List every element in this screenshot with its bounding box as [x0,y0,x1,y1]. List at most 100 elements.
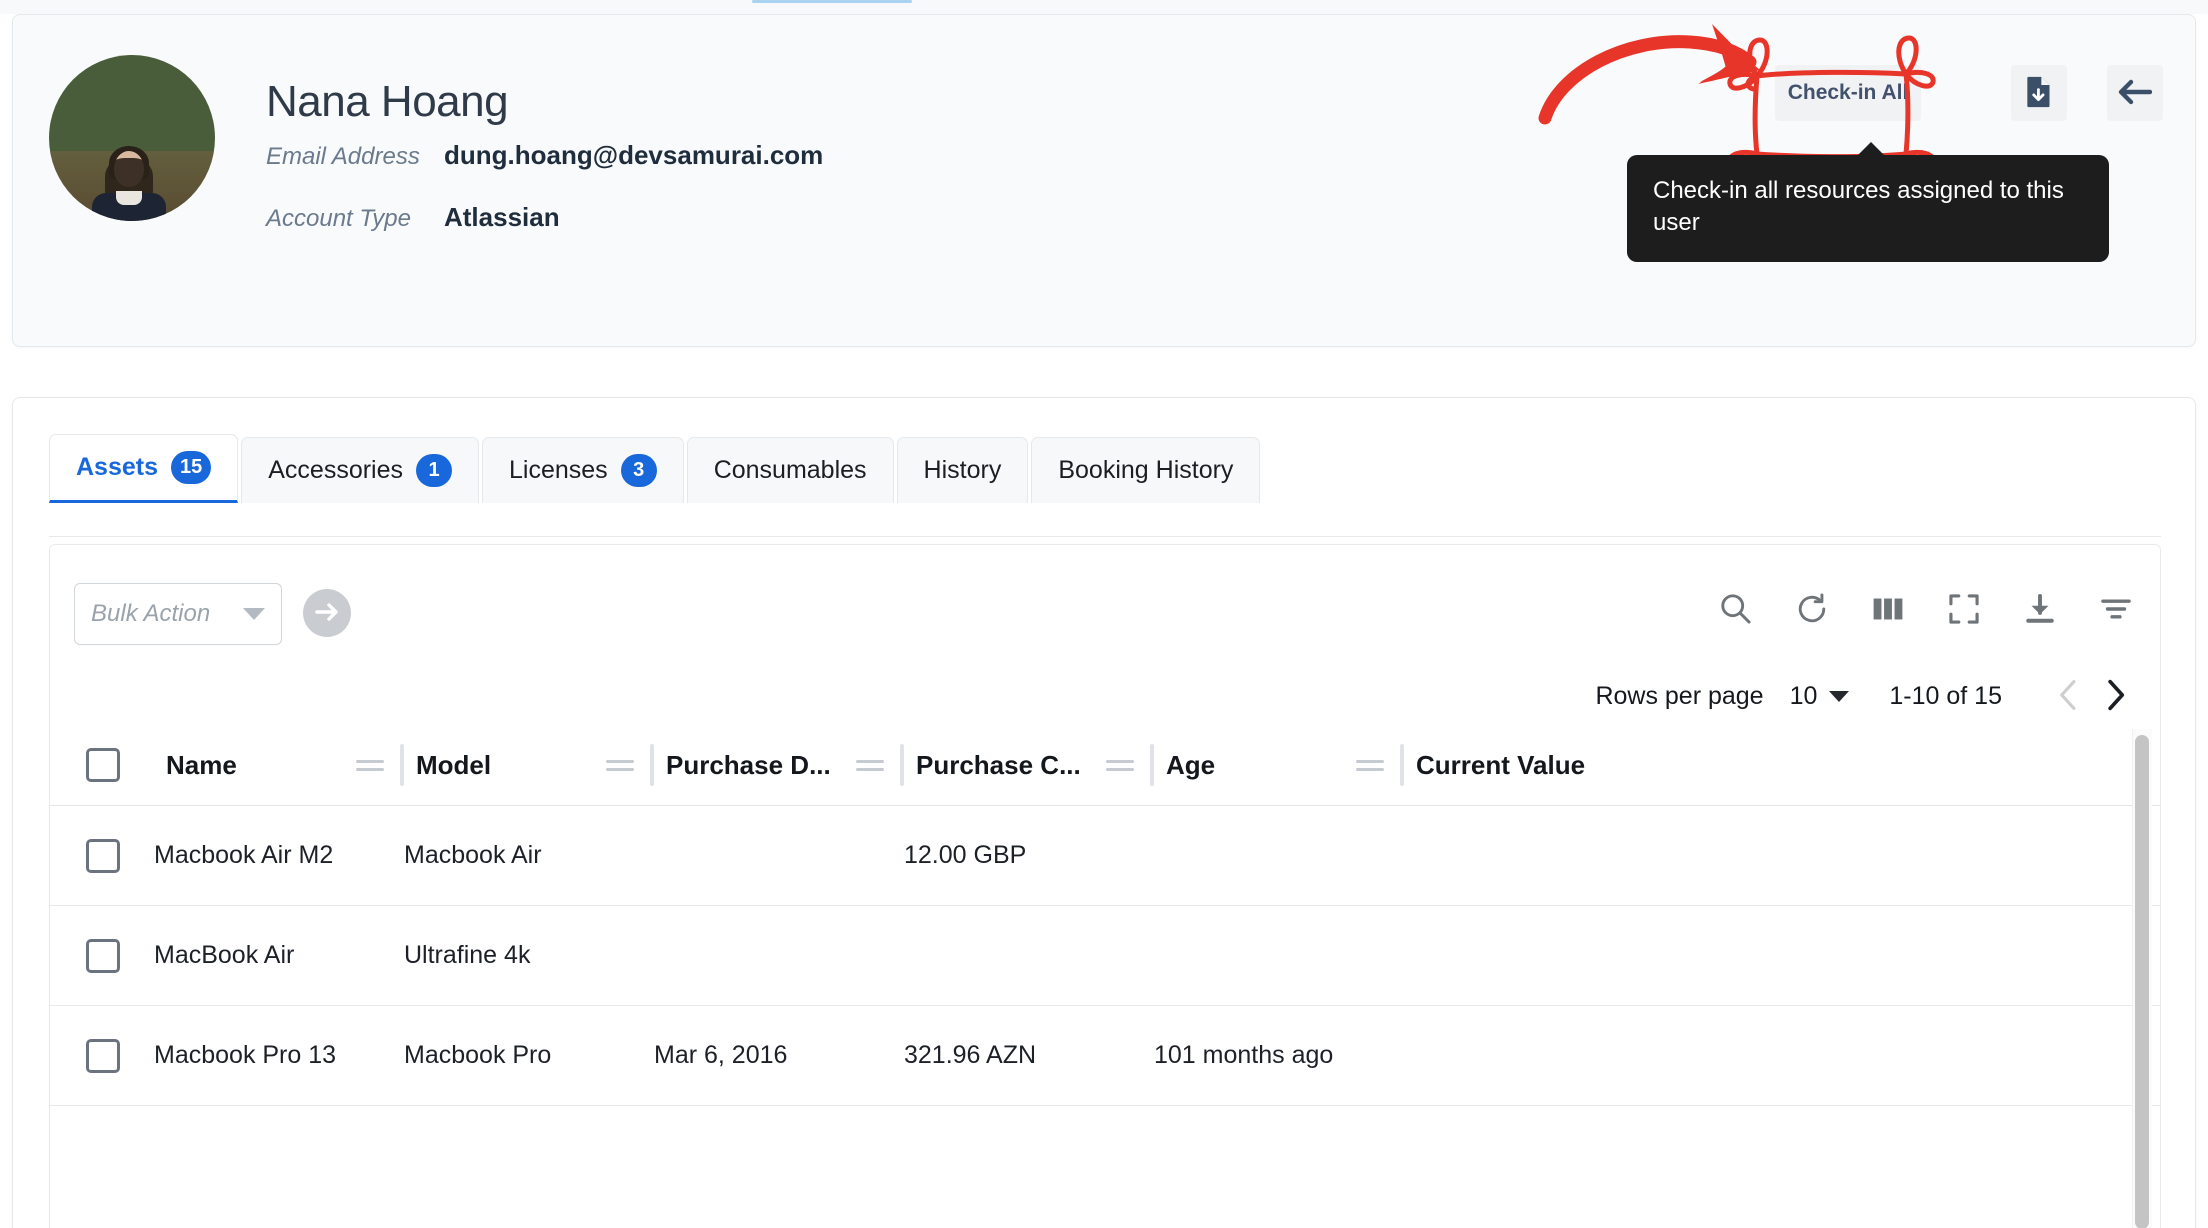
cell-purchase-cost: 321.96 AZN [904,1006,1154,1106]
assets-table-panel: Bulk Action [49,544,2161,1228]
tab-consumables-label: Consumables [714,456,867,485]
chevron-down-icon[interactable] [1829,691,1849,702]
column-drag-handle-icon[interactable] [1356,757,1384,773]
tab-assets-label: Assets [76,453,158,482]
tab-accessories[interactable]: Accessories 1 [241,437,479,503]
tab-licenses[interactable]: Licenses 3 [482,437,684,503]
cell-purchase-cost: 12.00 GBP [904,806,1154,906]
tab-booking-history-label: Booking History [1058,456,1233,485]
bulk-action-select[interactable]: Bulk Action [74,583,282,645]
cell-current-value [1404,906,2161,1006]
export-file-button[interactable] [2011,65,2067,121]
search-icon[interactable] [1716,589,1756,629]
refresh-icon[interactable] [1792,589,1832,629]
bulk-action-submit-button[interactable] [303,589,351,637]
cell-purchase-date: Mar 6, 2016 [654,1006,904,1106]
rows-per-page-label: Rows per page [1595,682,1763,711]
tab-accessories-badge: 1 [416,454,452,487]
column-header-model-label: Model [404,750,491,781]
column-drag-handle-icon[interactable] [1106,757,1134,773]
cell-purchase-date [654,806,904,906]
column-header-age-label: Age [1154,750,1215,781]
column-header-name[interactable]: Name [154,725,404,806]
arrow-right-icon [315,602,339,625]
pagination-range: 1-10 of 15 [1889,682,2002,711]
table-row[interactable]: Macbook Air M2 Macbook Air 12.00 GBP [50,806,2161,906]
column-header-purchase-date[interactable]: Purchase D... [654,725,904,806]
cell-current-value [1404,806,2161,906]
previous-page-button[interactable] [2046,673,2092,719]
chevron-left-icon [2056,678,2082,715]
row-checkbox[interactable] [86,1039,120,1073]
tab-bar: Assets 15 Accessories 1 Licenses 3 Consu… [49,434,1260,503]
rows-per-page-value[interactable]: 10 [1790,682,1818,711]
assets-table: Name Model [50,725,2161,1106]
row-checkbox[interactable] [86,839,120,873]
table-scrollbar-thumb[interactable] [2135,735,2149,1228]
tab-licenses-label: Licenses [509,456,608,485]
tab-assets-badge: 15 [171,451,211,484]
account-type-value: Atlassian [444,202,560,233]
tab-booking-history[interactable]: Booking History [1031,437,1260,503]
tooltip: Check-in all resources assigned to this … [1627,155,2109,262]
cell-age [1154,806,1404,906]
page-title: Nana Hoang [266,77,508,127]
column-header-name-label: Name [154,750,237,781]
column-drag-handle-icon[interactable] [856,757,884,773]
tab-licenses-badge: 3 [621,454,657,487]
tab-bar-divider [49,536,2161,537]
row-checkbox[interactable] [86,939,120,973]
table-row[interactable]: Macbook Pro 13 Macbook Pro Mar 6, 2016 3… [50,1006,2161,1106]
account-type-label: Account Type [266,205,411,233]
tab-consumables[interactable]: Consumables [687,437,894,503]
cell-age [1154,906,1404,1006]
email-address-label: Email Address [266,143,420,171]
back-button[interactable] [2107,65,2163,121]
tab-history[interactable]: History [897,437,1029,503]
row-select-cell [50,806,154,906]
table-tool-icons [1716,589,2136,629]
cell-name[interactable]: MacBook Air [154,906,404,1006]
row-select-cell [50,1006,154,1106]
cell-name[interactable]: Macbook Pro 13 [154,1006,404,1106]
column-drag-handle-icon[interactable] [356,757,384,773]
select-all-checkbox[interactable] [86,748,120,782]
column-drag-handle-icon[interactable] [606,757,634,773]
cell-model: Macbook Air [404,806,654,906]
row-select-cell [50,906,154,1006]
cell-model: Ultrafine 4k [404,906,654,1006]
column-header-purchase-cost-label: Purchase C... [904,750,1081,781]
download-icon[interactable] [2020,589,2060,629]
cell-age: 101 months ago [1154,1006,1404,1106]
column-header-model[interactable]: Model [404,725,654,806]
tab-accessories-label: Accessories [268,456,403,485]
cell-purchase-date [654,906,904,1006]
column-header-purchase-cost[interactable]: Purchase C... [904,725,1154,806]
fullscreen-icon[interactable] [1944,589,1984,629]
bulk-action-placeholder: Bulk Action [91,600,210,628]
select-all-header [50,725,154,806]
tab-history-label: History [924,456,1002,485]
next-page-button[interactable] [2092,673,2138,719]
column-header-age[interactable]: Age [1154,725,1404,806]
cell-model: Macbook Pro [404,1006,654,1106]
chevron-right-icon [2102,678,2128,715]
pagination: Rows per page 10 1-10 of 15 [1595,673,2138,719]
column-header-purchase-date-label: Purchase D... [654,750,831,781]
cell-current-value [1404,1006,2161,1106]
tab-assets[interactable]: Assets 15 [49,434,238,503]
table-header-row: Name Model [50,725,2161,806]
top-progress-sliver [752,0,912,3]
cell-name[interactable]: Macbook Air M2 [154,806,404,906]
table-row[interactable]: MacBook Air Ultrafine 4k [50,906,2161,1006]
app-page: Nana Hoang Email Address dung.hoang@devs… [0,0,2208,1228]
email-address-value: dung.hoang@devsamurai.com [444,140,823,171]
file-download-icon [2025,75,2053,112]
columns-icon[interactable] [1868,589,1908,629]
filter-icon[interactable] [2096,589,2136,629]
assets-panel: Assets 15 Accessories 1 Licenses 3 Consu… [12,397,2196,1228]
arrow-left-icon [2118,79,2152,108]
chevron-down-icon [243,608,265,620]
column-header-current-value[interactable]: Current Value [1404,725,2161,806]
check-in-all-button[interactable]: Check-in All [1775,65,1921,121]
